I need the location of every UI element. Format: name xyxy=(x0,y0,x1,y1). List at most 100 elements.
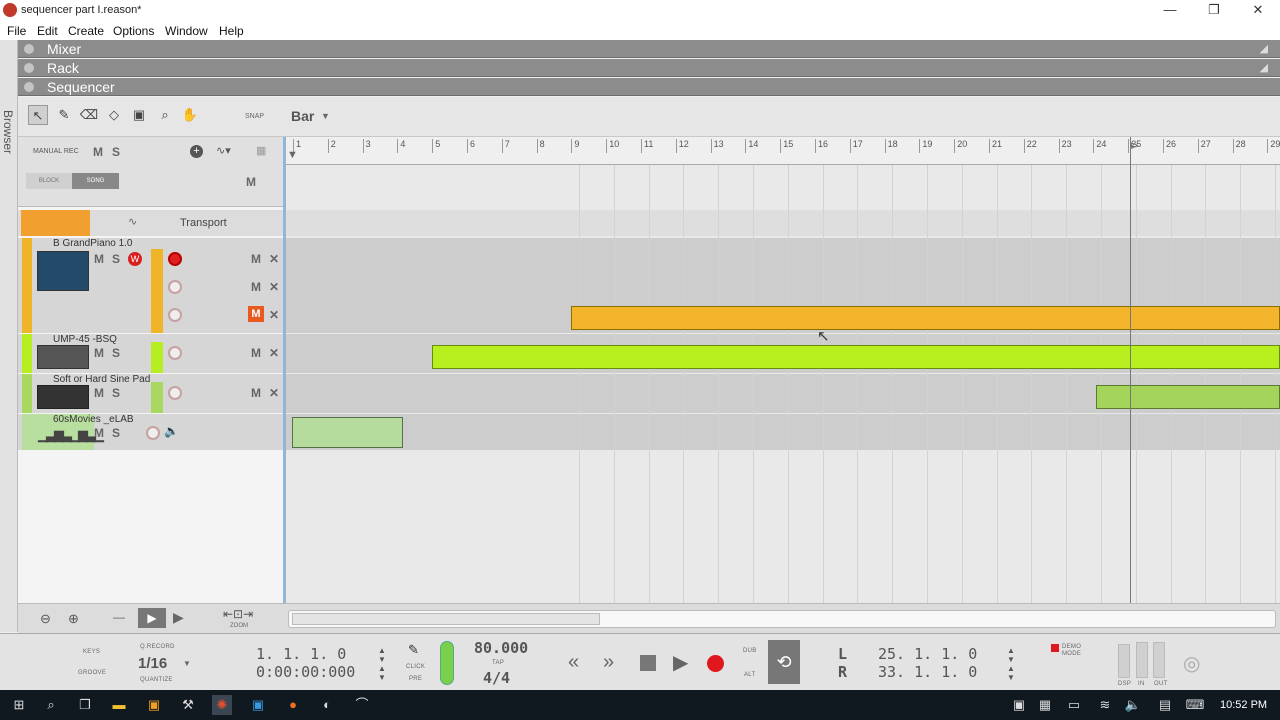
click-level-slider[interactable] xyxy=(440,641,454,685)
ruler-bar-7[interactable]: 7 xyxy=(501,139,510,153)
ruler-bar-16[interactable]: 16 xyxy=(815,139,828,153)
ruler-bar-2[interactable]: 2 xyxy=(327,139,336,153)
mute-button[interactable]: M xyxy=(251,280,261,294)
tray-icon[interactable]: ▦ xyxy=(1035,695,1055,715)
fast-forward-icon[interactable]: » xyxy=(603,651,614,674)
keyboard-icon[interactable]: ⌨ xyxy=(1185,695,1205,715)
automation-icon[interactable]: ∿ xyxy=(128,215,137,228)
hand-tool-icon[interactable]: ✋ xyxy=(180,105,200,125)
alt-button[interactable]: ALT xyxy=(744,672,755,678)
grid-icon[interactable]: ▦ xyxy=(256,144,266,157)
menu-window[interactable]: Window xyxy=(165,24,208,38)
quantize-button[interactable]: QUANTIZE xyxy=(140,677,173,683)
track-name[interactable]: B GrandPiano 1.0 xyxy=(53,238,133,249)
dub-button[interactable]: DUB xyxy=(743,648,757,654)
ruler-bar-5[interactable]: 5 xyxy=(432,139,440,153)
restore-button[interactable]: ❐ xyxy=(1192,0,1236,22)
song-position-marker-icon[interactable]: ▼ xyxy=(287,149,298,161)
rack-panel-header[interactable]: Rack ◢ xyxy=(18,59,1280,77)
ruler-bar-6[interactable]: 6 xyxy=(467,139,475,153)
mute-button[interactable]: M xyxy=(246,175,256,189)
scrollbar-thumb[interactable] xyxy=(292,613,600,625)
battery-icon[interactable]: ▭ xyxy=(1064,695,1084,715)
chevron-down-icon[interactable]: ▼ xyxy=(183,659,191,668)
tools-icon[interactable]: ⚒ xyxy=(178,695,198,715)
song-position-time[interactable]: 0:00:00:000 xyxy=(256,663,355,681)
height-small-icon[interactable]: — xyxy=(113,610,125,624)
record-icon[interactable] xyxy=(707,655,724,672)
browser-tab[interactable]: Browser xyxy=(0,40,18,632)
mute-button[interactable]: M xyxy=(94,252,104,266)
quantize-value-dropdown[interactable]: 1/16 xyxy=(138,655,167,672)
record-enable-button[interactable] xyxy=(168,386,182,400)
ruler-bar-13[interactable]: 13 xyxy=(710,139,724,153)
track-name[interactable]: Soft or Hard Sine Pad xyxy=(53,374,150,385)
media-icon[interactable]: ▣ xyxy=(144,695,164,715)
ruler-bar-17[interactable]: 17 xyxy=(849,139,863,153)
loop-left-position[interactable]: 25. 1. 1. 0 xyxy=(878,645,977,663)
ruler-bar-20[interactable]: 20 xyxy=(954,139,967,153)
solo-button[interactable]: S xyxy=(112,426,120,440)
automation-icon[interactable]: W xyxy=(128,252,142,266)
ruler-bar-28[interactable]: 28 xyxy=(1232,139,1246,153)
mute-button[interactable]: M xyxy=(94,346,104,360)
loop-right-position[interactable]: 33. 1. 1. 0 xyxy=(878,663,977,681)
solo-all-button[interactable]: S xyxy=(112,145,120,159)
menu-create[interactable]: Create xyxy=(68,24,104,38)
note-clip-grandpiano[interactable] xyxy=(571,306,1280,330)
start-icon[interactable]: ⊞ xyxy=(9,695,29,715)
mixer-panel-header[interactable]: Mixer ◢ xyxy=(18,40,1280,58)
note-clip-ump45[interactable] xyxy=(432,345,1280,369)
ruler-bar-11[interactable]: 11 xyxy=(641,139,653,153)
stop-icon[interactable] xyxy=(640,655,656,671)
track-name[interactable]: 60sMovies _eLAB xyxy=(53,414,134,425)
ruler-bar-10[interactable]: 10 xyxy=(606,139,619,153)
automation-icon[interactable]: ∿▾ xyxy=(216,144,231,157)
eraser-tool-icon[interactable]: ⌫ xyxy=(79,105,99,125)
metronome-icon[interactable]: ✎ xyxy=(408,642,419,658)
zoom-fit-icon[interactable]: ⇤⊡⇥ xyxy=(223,607,253,621)
pencil-tool-icon[interactable]: ✎ xyxy=(54,105,74,125)
menu-edit[interactable]: Edit xyxy=(37,24,58,38)
rack-toggle-dot[interactable] xyxy=(24,63,34,73)
arrow-tool-icon[interactable]: ↖ xyxy=(28,105,48,125)
horizontal-scrollbar[interactable] xyxy=(288,610,1276,628)
audio-clip-60smovies[interactable] xyxy=(292,417,403,448)
track-name[interactable]: UMP-45 -BSQ xyxy=(53,334,117,345)
ruler-bar-3[interactable]: 3 xyxy=(362,139,371,153)
qrecord-button[interactable]: Q.RECORD xyxy=(140,644,175,650)
razor-tool-icon[interactable]: ◇ xyxy=(104,105,124,125)
mute-button[interactable]: M xyxy=(251,252,261,266)
mute-all-button[interactable]: M xyxy=(93,145,103,159)
ruler-bar-19[interactable]: 19 xyxy=(919,139,932,153)
search-icon[interactable]: ⌕ xyxy=(41,695,61,715)
loop-toggle-icon[interactable]: ⟲ xyxy=(768,640,800,684)
time-signature[interactable]: 4/4 xyxy=(483,669,510,687)
tempo-value[interactable]: 80.000 xyxy=(474,639,528,657)
groove-button[interactable]: GROOVE xyxy=(78,670,106,676)
file-explorer-icon[interactable]: ▬ xyxy=(109,695,129,715)
mute-tool-icon[interactable]: ▣ xyxy=(129,105,149,125)
zoom-out-icon[interactable]: ⊖ xyxy=(40,611,51,627)
speaker-icon[interactable]: 🔈 xyxy=(164,424,179,438)
instrument-thumbnail[interactable] xyxy=(37,385,89,409)
notification-icon[interactable]: ▤ xyxy=(1155,695,1175,715)
ruler-bar-21[interactable]: 21 xyxy=(989,139,1002,153)
menu-options[interactable]: Options xyxy=(113,24,154,38)
instrument-thumbnail[interactable] xyxy=(37,345,89,369)
ruler-bar-24[interactable]: 24 xyxy=(1093,139,1106,153)
keys-button[interactable]: KEYS xyxy=(83,649,100,655)
mixer-toggle-dot[interactable] xyxy=(24,44,34,54)
chevron-down-icon[interactable]: ▼ xyxy=(321,111,330,121)
tray-icon[interactable]: ▣ xyxy=(1009,695,1029,715)
minimize-button[interactable]: — xyxy=(1148,0,1192,22)
note-clip-sine-pad[interactable] xyxy=(1096,385,1280,409)
ruler-bar-15[interactable]: 15 xyxy=(780,139,793,153)
menu-file[interactable]: File xyxy=(7,24,26,38)
manual-rec-label[interactable]: MANUAL REC xyxy=(33,148,79,155)
delete-lane-icon[interactable]: ✕ xyxy=(269,252,279,266)
loop-stepper-icon[interactable]: ▲ ▼ ▲ ▼ xyxy=(1007,646,1015,682)
loop-end-marker-icon[interactable]: ⊳ xyxy=(1130,139,1139,152)
click-button[interactable]: CLICK xyxy=(406,664,425,670)
song-mode-button[interactable]: SONG xyxy=(72,173,119,189)
